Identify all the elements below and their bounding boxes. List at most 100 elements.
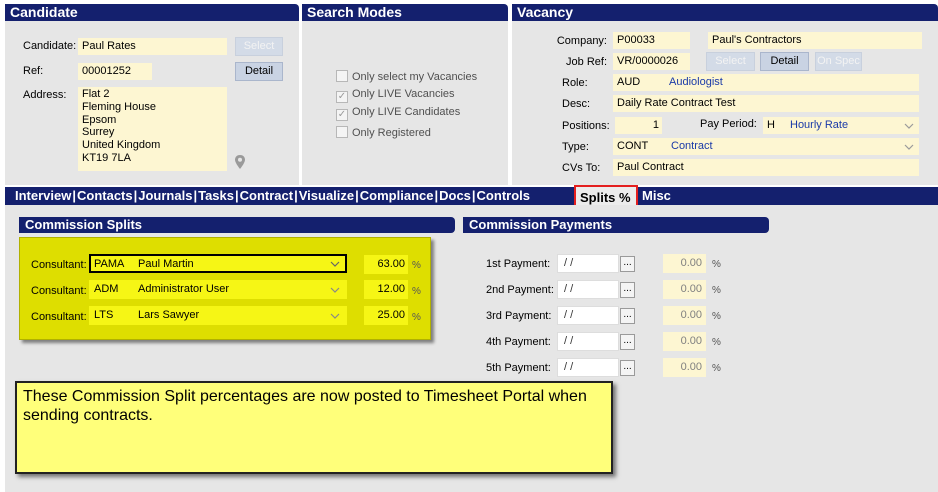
cvs-to-field[interactable]: Paul Contract <box>613 159 919 176</box>
consultant-name: Administrator User <box>138 283 230 295</box>
payment-date-field[interactable]: / / <box>557 332 619 351</box>
tab-visualize[interactable]: Visualize <box>298 187 355 205</box>
payment-amount-field[interactable]: 0.00 <box>663 280 706 299</box>
candidate-select-button[interactable]: Select <box>235 37 283 56</box>
consultant-label: Consultant: <box>31 311 87 323</box>
payment-label: 1st Payment: <box>486 258 551 270</box>
checkbox-label: Only select my Vacancies <box>352 71 478 83</box>
tab-interview[interactable]: Interview <box>5 187 72 205</box>
only-live-vacancies-checkbox[interactable]: ✓ Only LIVE Vacancies <box>336 88 455 103</box>
tab-tasks[interactable]: Tasks <box>197 187 235 205</box>
consultant-select[interactable]: LTS Lars Sawyer <box>89 306 347 325</box>
vacancy-detail-button[interactable]: Detail <box>760 52 809 71</box>
chevron-down-icon[interactable] <box>902 141 916 153</box>
company-name-field[interactable]: Paul's Contractors <box>708 32 922 49</box>
checkbox-box[interactable]: ✓ <box>336 109 348 121</box>
split-percent-field[interactable]: 63.00 <box>364 255 408 274</box>
map-pin-icon[interactable] <box>234 154 246 170</box>
cvs-to-label: CVs To: <box>562 162 601 174</box>
address-line: Fleming House <box>82 100 156 113</box>
checkbox-box[interactable] <box>336 70 348 82</box>
only-my-vacancies-checkbox[interactable]: Only select my Vacancies <box>336 70 477 83</box>
chevron-down-icon[interactable] <box>328 310 342 322</box>
checkbox-box[interactable] <box>336 126 348 138</box>
chevron-down-icon[interactable] <box>902 120 916 132</box>
tab-bar: Interview|Contacts|Journals|Tasks|Contra… <box>5 187 938 205</box>
percent-unit: % <box>712 311 721 322</box>
tab-docs[interactable]: Docs <box>438 187 472 205</box>
jobref-field[interactable]: VR/0000026 <box>613 53 690 70</box>
jobref-label: Job Ref: <box>566 56 607 68</box>
checkbox-label: Only Registered <box>352 127 431 139</box>
candidate-detail-button[interactable]: Detail <box>235 62 283 81</box>
tab-contacts[interactable]: Contacts <box>76 187 134 205</box>
address-line: Epsom <box>82 113 117 126</box>
address-field[interactable]: Flat 2 Fleming House Epsom Surrey United… <box>78 87 227 171</box>
tab-splits[interactable]: Splits % <box>574 185 638 207</box>
consultant-code: PAMA <box>94 258 125 270</box>
chevron-down-icon[interactable] <box>328 258 342 270</box>
on-spec-button[interactable]: On Spec <box>815 52 862 71</box>
payment-amount-field[interactable]: 0.00 <box>663 358 706 377</box>
desc-field[interactable]: Daily Rate Contract Test <box>613 95 919 112</box>
role-code: AUD <box>617 76 641 88</box>
tab-contract[interactable]: Contract <box>239 187 294 205</box>
consultant-select[interactable]: PAMA Paul Martin <box>89 254 347 273</box>
vacancy-select-button[interactable]: Select <box>706 52 755 71</box>
tab-compliance[interactable]: Compliance <box>359 187 435 205</box>
commission-splits-header: Commission Splits <box>19 217 455 233</box>
payment-date-field[interactable]: / / <box>557 358 619 377</box>
candidate-label: Candidate: <box>23 40 77 52</box>
date-picker-button[interactable]: ... <box>620 282 635 298</box>
type-select[interactable]: CONT Contract <box>613 138 919 155</box>
date-picker-button[interactable]: ... <box>620 256 635 272</box>
vacancy-header: Vacancy <box>512 4 938 21</box>
payment-date-field[interactable]: / / <box>557 306 619 325</box>
positions-field[interactable]: 1 <box>615 117 662 134</box>
tab-controls[interactable]: Controls <box>476 187 531 205</box>
role-name: Audiologist <box>669 76 723 88</box>
consultant-code: ADM <box>94 283 119 295</box>
callout-note: These Commission Split percentages are n… <box>15 381 613 474</box>
payment-amount-field[interactable]: 0.00 <box>663 254 706 273</box>
percent-unit: % <box>412 260 421 271</box>
role-field[interactable]: AUD Audiologist <box>613 74 919 91</box>
payment-date-field[interactable]: / / <box>557 254 619 273</box>
date-picker-button[interactable]: ... <box>620 334 635 350</box>
candidate-field[interactable]: Paul Rates <box>78 38 227 55</box>
pay-period-code: H <box>767 119 775 131</box>
consultant-code: LTS <box>94 309 114 321</box>
split-percent-field[interactable]: 12.00 <box>364 280 408 299</box>
consultant-select[interactable]: ADM Administrator User <box>89 280 347 299</box>
pay-period-label: Pay Period: <box>700 118 757 130</box>
consultant-name: Lars Sawyer <box>138 309 200 321</box>
address-line: United Kingdom <box>82 139 161 152</box>
company-code-field[interactable]: P00033 <box>613 32 690 49</box>
chevron-down-icon[interactable] <box>328 284 342 296</box>
only-live-candidates-checkbox[interactable]: ✓ Only LIVE Candidates <box>336 106 460 121</box>
pay-period-name: Hourly Rate <box>790 119 849 131</box>
positions-label: Positions: <box>562 120 610 132</box>
payment-date-field[interactable]: / / <box>557 280 619 299</box>
address-line: Surrey <box>82 126 115 139</box>
checkbox-box[interactable]: ✓ <box>336 91 348 103</box>
only-registered-checkbox[interactable]: Only Registered <box>336 126 431 139</box>
search-modes-header: Search Modes <box>302 4 508 21</box>
type-name: Contract <box>671 140 713 152</box>
date-picker-button[interactable]: ... <box>620 360 635 376</box>
percent-unit: % <box>712 363 721 374</box>
tab-misc[interactable]: Misc <box>642 187 671 205</box>
commission-payments-header: Commission Payments <box>463 217 769 233</box>
tab-journals[interactable]: Journals <box>137 187 193 205</box>
payment-amount-field[interactable]: 0.00 <box>663 306 706 325</box>
ref-field[interactable]: 00001252 <box>78 63 152 80</box>
ref-label: Ref: <box>23 65 44 77</box>
date-picker-button[interactable]: ... <box>620 308 635 324</box>
company-label: Company: <box>556 35 607 47</box>
payment-amount-field[interactable]: 0.00 <box>663 332 706 351</box>
pay-period-select[interactable]: H Hourly Rate <box>763 117 919 134</box>
percent-unit: % <box>712 285 721 296</box>
split-percent-field[interactable]: 25.00 <box>364 306 408 325</box>
checkbox-label: Only LIVE Vacancies <box>352 88 455 100</box>
percent-unit: % <box>712 337 721 348</box>
